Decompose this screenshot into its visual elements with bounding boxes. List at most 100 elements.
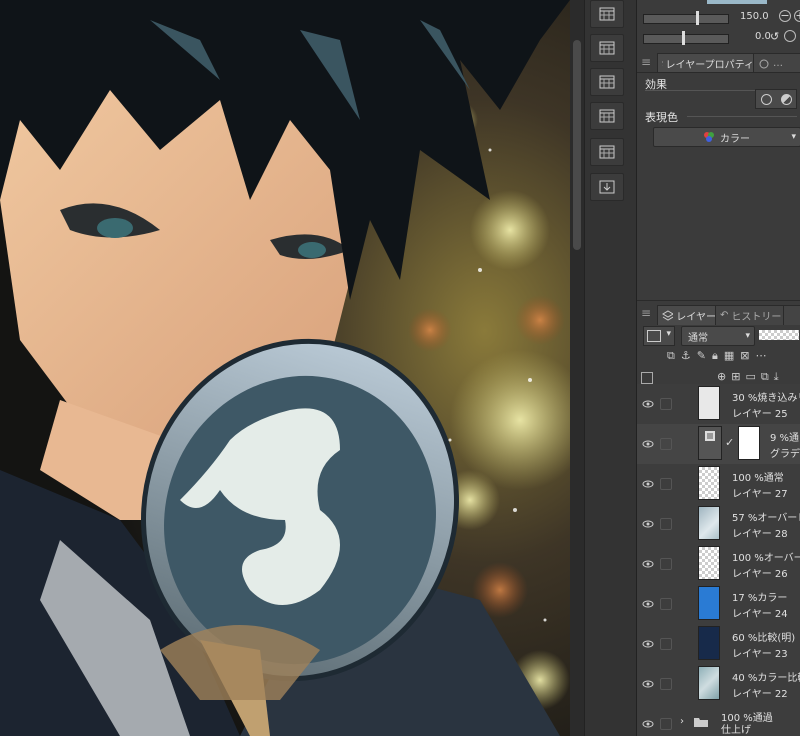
layer-property-icon <box>662 61 663 62</box>
navigator-preview <box>707 0 767 4</box>
calendar-grid-icon[interactable] <box>590 138 624 166</box>
lock-icon[interactable]: 🔒︎ <box>712 349 718 365</box>
layer-lock-toggle[interactable] <box>660 398 672 410</box>
eye-icon[interactable] <box>642 718 654 730</box>
layers-icon <box>662 309 674 321</box>
layer-row[interactable]: 40 %カラー比較 レイヤー 22 <box>637 664 800 705</box>
tab-more[interactable] <box>783 305 800 325</box>
zoom-slider[interactable] <box>643 11 729 25</box>
rotate-reset-icon[interactable]: ↺ <box>770 30 779 43</box>
clip-icon[interactable]: ⧉ <box>667 349 675 365</box>
tab-second[interactable]: … <box>753 53 800 73</box>
sub-tool-strip <box>584 0 637 736</box>
layer-list-icon[interactable] <box>641 372 653 384</box>
chevron-right-icon[interactable]: › <box>680 716 684 727</box>
layer-lock-toggle[interactable] <box>660 598 672 610</box>
eye-icon[interactable] <box>642 518 654 530</box>
calendar-grid-icon[interactable] <box>590 34 624 62</box>
chevron-down-icon: ▾ <box>666 329 671 339</box>
chevron-down-icon: ▾ <box>791 132 796 142</box>
layer-row[interactable]: 57 %オーバーレ レイヤー 28 <box>637 504 800 545</box>
artwork-canvas[interactable] <box>0 0 570 736</box>
layer-lock-toggle[interactable] <box>660 518 672 530</box>
layer-lock-toggle[interactable] <box>660 678 672 690</box>
layer-thumbnail <box>698 386 720 420</box>
zoom-in-icon[interactable]: + <box>794 10 800 22</box>
eye-icon[interactable] <box>642 638 654 650</box>
eye-icon[interactable] <box>642 598 654 610</box>
tab-history[interactable]: ↶ ヒストリー <box>715 305 789 325</box>
chevron-down-icon: ▾ <box>745 331 750 341</box>
layer-list: 30 %焼き込みリ レイヤー 25 ✓ 9 %通 グラデー 100 %通常 レイ… <box>637 384 800 736</box>
tone-effect-icon[interactable] <box>780 93 792 105</box>
blend-mode-select[interactable]: 通常 ▾ <box>681 326 755 346</box>
mask-icon[interactable]: ⊠ <box>740 349 749 365</box>
eye-icon[interactable] <box>642 558 654 570</box>
draft-icon[interactable]: ✎ <box>697 349 706 365</box>
eye-icon[interactable] <box>642 398 654 410</box>
calendar-grid-icon[interactable] <box>590 0 624 28</box>
reference-icon[interactable]: ⚓ <box>681 349 691 365</box>
calendar-grid-icon[interactable] <box>590 102 624 130</box>
history-icon: ↶ <box>720 310 729 321</box>
rotate-icon[interactable] <box>784 30 796 42</box>
layer-row[interactable]: ✓ 9 %通 グラデー <box>637 424 800 465</box>
border-effect-icon[interactable] <box>760 93 772 105</box>
layer-lock-toggle[interactable] <box>660 718 672 730</box>
layer-color-button[interactable]: ▾ <box>643 326 675 346</box>
zoom-out-icon[interactable]: − <box>779 10 791 22</box>
layer-row[interactable]: 17 %カラー レイヤー 24 <box>637 584 800 625</box>
zoom-value: 150.0 <box>740 11 769 22</box>
layer-thumbnail <box>698 666 720 700</box>
check-icon: ✓ <box>725 436 735 449</box>
expression-color-select[interactable]: カラー ▾ <box>653 127 800 147</box>
eye-icon[interactable] <box>642 478 654 490</box>
rotate-value: 0.0 <box>755 31 771 42</box>
layer-row[interactable]: 100 %通常 レイヤー 27 <box>637 464 800 505</box>
layer-name-label: レイヤー 24 <box>732 609 788 620</box>
scrollbar-thumb[interactable] <box>573 40 581 250</box>
layer-lock-toggle[interactable] <box>660 438 672 450</box>
layer-name-label: レイヤー 28 <box>732 529 788 540</box>
layer-thumbnail <box>698 506 720 540</box>
folder-name-label: 仕上げ <box>721 725 751 736</box>
calendar-grid-icon[interactable] <box>590 68 624 96</box>
layer-name-label: レイヤー 27 <box>732 489 788 500</box>
more-icon[interactable]: ⋯ <box>755 349 766 365</box>
lock-alpha-icon[interactable]: ▦ <box>724 349 734 365</box>
layer-thumbnail <box>698 546 720 580</box>
layer-thumbnail <box>698 586 720 620</box>
expression-color-value: カラー <box>720 133 750 145</box>
color-circles-icon <box>704 132 714 142</box>
layer-name-label: レイヤー 22 <box>732 689 788 700</box>
layer-mode-label: 100 %通常 <box>732 473 784 484</box>
eye-icon[interactable] <box>642 438 654 450</box>
layer-mode-label: 9 %通 <box>770 433 800 444</box>
opacity-slider[interactable] <box>759 330 799 340</box>
artwork-illustration <box>0 0 570 736</box>
blend-mode-value: 通常 <box>688 332 708 344</box>
layer-mode-label: 17 %カラー <box>732 593 788 604</box>
tab-layer-property[interactable]: レイヤープロパティ <box>657 53 759 73</box>
tab-layer-property-label: レイヤープロパティ <box>665 60 755 71</box>
import-download-icon[interactable] <box>590 173 624 201</box>
layer-lock-toggle[interactable] <box>660 638 672 650</box>
tab-layer[interactable]: レイヤー <box>657 305 721 325</box>
eye-icon[interactable] <box>642 678 654 690</box>
layer-row[interactable]: 30 %焼き込みリ レイヤー 25 <box>637 384 800 425</box>
brush-tab-icon <box>759 59 769 68</box>
rotate-slider[interactable] <box>643 31 729 45</box>
layer-panel-menu-icon[interactable]: ≡ <box>641 306 651 320</box>
canvas-vertical-scrollbar[interactable] <box>570 0 584 736</box>
layer-row[interactable]: 60 %比較(明) レイヤー 23 <box>637 624 800 665</box>
panel-menu-icon[interactable]: ≡ <box>641 55 651 69</box>
layer-lock-toggle[interactable] <box>660 558 672 570</box>
gradient-layer-thumbnail <box>698 426 722 460</box>
layer-mode-label: 40 %カラー比較 <box>732 673 800 684</box>
folder-row[interactable]: › 100 %通過 仕上げ <box>637 704 800 736</box>
layer-mode-label: 30 %焼き込みリ <box>732 393 800 404</box>
mask-thumbnail <box>738 426 760 460</box>
layer-row[interactable]: 100 %オーバー レイヤー 26 <box>637 544 800 585</box>
layer-lock-toggle[interactable] <box>660 478 672 490</box>
effect-toggle-group[interactable] <box>755 89 797 109</box>
